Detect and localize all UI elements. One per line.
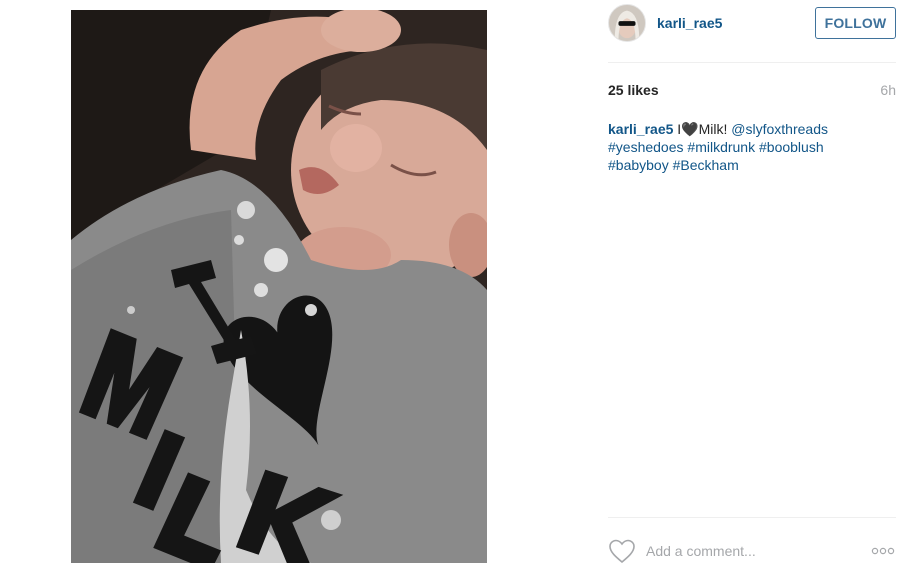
likes-row: 25 likes 6h: [608, 82, 896, 102]
post-header: karli_rae5 FOLLOW: [608, 4, 896, 42]
post-sidebar: karli_rae5 FOLLOW 25 likes 6h karli_rae5…: [608, 0, 896, 579]
comment-divider: [608, 517, 896, 518]
comment-row: [608, 535, 896, 565]
caption-username-link[interactable]: karli_rae5: [608, 121, 673, 137]
avatar-icon: [609, 5, 645, 41]
caption-text-milk: Milk!: [698, 121, 732, 137]
hashtag-link[interactable]: #Beckham: [673, 157, 739, 173]
baby-photo-image: [71, 10, 487, 563]
post-timestamp[interactable]: 6h: [880, 82, 896, 98]
hashtag-link[interactable]: #yeshedoes: [608, 139, 684, 155]
post-caption: karli_rae5 I🖤Milk! @slyfoxthreads #yeshe…: [608, 120, 896, 174]
black-heart-emoji-icon: 🖤: [681, 121, 699, 137]
hashtag-link[interactable]: #milkdrunk: [687, 139, 755, 155]
add-comment-input[interactable]: [646, 541, 856, 561]
post-photo[interactable]: [71, 10, 487, 563]
user-avatar[interactable]: [608, 4, 646, 42]
caption-mention-link[interactable]: @slyfoxthreads: [731, 121, 828, 137]
heart-outline-icon: [609, 539, 635, 564]
like-button[interactable]: [608, 538, 636, 564]
author-username-link[interactable]: karli_rae5: [657, 15, 722, 31]
hashtag-link[interactable]: #booblush: [759, 139, 824, 155]
hashtag-link[interactable]: #babyboy: [608, 157, 669, 173]
more-options-button[interactable]: [870, 543, 896, 559]
more-options-icon: [871, 547, 895, 555]
header-divider: [608, 62, 896, 63]
likes-count[interactable]: 25 likes: [608, 82, 659, 98]
follow-button[interactable]: FOLLOW: [815, 7, 896, 39]
